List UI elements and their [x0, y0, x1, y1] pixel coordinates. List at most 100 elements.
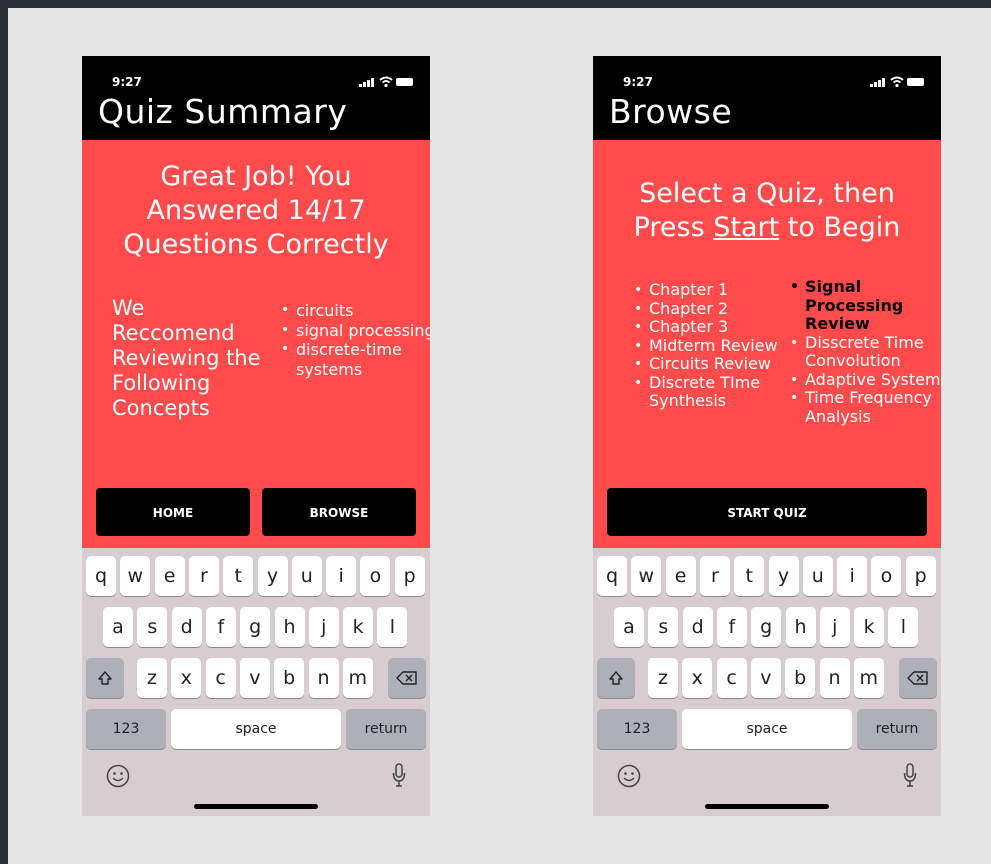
concept-list: circuits signal processing discrete-time… — [280, 301, 430, 379]
key-i[interactable]: i — [326, 556, 357, 596]
start-quiz-button[interactable]: START QUIZ — [607, 488, 927, 536]
key-j[interactable]: j — [308, 607, 339, 647]
browse-button[interactable]: BROWSE — [262, 488, 416, 536]
quiz-item[interactable]: Midterm Review — [634, 336, 779, 356]
key-h[interactable]: h — [274, 607, 305, 647]
key-c[interactable]: c — [205, 658, 236, 698]
signal-icon — [359, 77, 375, 87]
emoji-icon[interactable] — [617, 764, 641, 788]
key-a[interactable]: a — [614, 607, 644, 647]
key-u[interactable]: u — [802, 556, 833, 596]
key-p[interactable]: p — [905, 556, 936, 596]
wifi-icon — [890, 76, 904, 88]
return-key[interactable]: return — [857, 709, 937, 749]
key-o[interactable]: o — [360, 556, 391, 596]
quiz-item[interactable]: Chapter 1 — [634, 280, 779, 300]
quiz-item[interactable]: Discrete TIme Synthesis — [634, 373, 779, 411]
key-l[interactable]: l — [377, 607, 408, 647]
home-indicator — [705, 804, 829, 809]
mic-icon[interactable] — [392, 762, 406, 790]
key-w[interactable]: w — [120, 556, 151, 596]
key-y[interactable]: y — [257, 556, 288, 596]
key-k[interactable]: k — [854, 607, 885, 647]
start-link: Start — [713, 212, 780, 243]
key-k[interactable]: k — [343, 607, 374, 647]
delete-key[interactable] — [899, 658, 937, 698]
key-s[interactable]: s — [648, 607, 679, 647]
key-w[interactable]: w — [631, 556, 662, 596]
key-r[interactable]: r — [699, 556, 730, 596]
headline-text: Press — [633, 212, 714, 243]
quiz-item[interactable]: Adaptive Systems — [790, 370, 941, 390]
key-m[interactable]: m — [342, 658, 373, 698]
key-l[interactable]: l — [888, 607, 919, 647]
quiz-item-selected[interactable]: Signal Processing Review — [790, 277, 941, 334]
return-key[interactable]: return — [346, 709, 426, 749]
key-h[interactable]: h — [785, 607, 816, 647]
key-m[interactable]: m — [853, 658, 884, 698]
key-d[interactable]: d — [171, 607, 202, 647]
shift-key[interactable] — [86, 658, 124, 698]
wifi-icon — [379, 76, 393, 88]
keyboard: q w e r t y u i o p a s d f g h j k l z x c v b n m 123 space return — [593, 548, 941, 816]
quiz-item[interactable]: Chapter 3 — [634, 317, 779, 337]
key-g[interactable]: g — [751, 607, 782, 647]
key-i[interactable]: i — [837, 556, 868, 596]
key-o[interactable]: o — [871, 556, 902, 596]
page-title: Browse — [609, 92, 733, 131]
recommend-text: We Reccomend Reviewing the Following Con… — [112, 296, 261, 420]
topic-list: Signal Processing Review Disscrete Time … — [789, 277, 941, 426]
key-f[interactable]: f — [205, 607, 236, 647]
key-f[interactable]: f — [716, 607, 747, 647]
shift-key[interactable] — [597, 658, 635, 698]
key-q[interactable]: q — [86, 556, 116, 596]
emoji-icon[interactable] — [106, 764, 130, 788]
design-canvas: 9:27 Quiz Summary Great Job! You Answere… — [8, 8, 991, 864]
list-item: discrete-time systems — [281, 340, 430, 379]
key-b[interactable]: b — [785, 658, 816, 698]
key-s[interactable]: s — [137, 607, 168, 647]
key-q[interactable]: q — [597, 556, 627, 596]
quiz-item[interactable]: Disscrete Time Convolution — [790, 333, 941, 371]
space-key[interactable]: space — [682, 709, 852, 749]
space-key[interactable]: space — [171, 709, 341, 749]
key-n[interactable]: n — [308, 658, 339, 698]
key-x[interactable]: x — [171, 658, 202, 698]
key-t[interactable]: t — [734, 556, 765, 596]
shift-icon — [98, 671, 112, 685]
key-z[interactable]: z — [137, 658, 167, 698]
key-u[interactable]: u — [291, 556, 322, 596]
key-r[interactable]: r — [188, 556, 219, 596]
list-item: circuits — [281, 301, 430, 321]
key-e[interactable]: e — [154, 556, 185, 596]
numbers-key[interactable]: 123 — [597, 709, 677, 749]
home-button[interactable]: HOME — [96, 488, 250, 536]
quiz-item[interactable]: Circuits Review — [634, 354, 779, 374]
key-v[interactable]: v — [239, 658, 270, 698]
key-c[interactable]: c — [716, 658, 747, 698]
mic-icon[interactable] — [903, 762, 917, 790]
key-n[interactable]: n — [819, 658, 850, 698]
status-time: 9:27 — [112, 75, 142, 89]
key-g[interactable]: g — [240, 607, 271, 647]
delete-key[interactable] — [388, 658, 426, 698]
key-a[interactable]: a — [103, 607, 133, 647]
key-z[interactable]: z — [648, 658, 678, 698]
key-t[interactable]: t — [223, 556, 254, 596]
key-x[interactable]: x — [682, 658, 713, 698]
headline-line: Select a Quiz, then — [639, 178, 895, 209]
key-p[interactable]: p — [394, 556, 425, 596]
key-v[interactable]: v — [750, 658, 781, 698]
quiz-summary-screen: 9:27 Quiz Summary Great Job! You Answere… — [82, 56, 430, 816]
quiz-item[interactable]: Chapter 2 — [634, 299, 779, 319]
key-e[interactable]: e — [665, 556, 696, 596]
key-b[interactable]: b — [274, 658, 305, 698]
key-d[interactable]: d — [682, 607, 713, 647]
headline-line: Great Job! You — [160, 161, 352, 192]
battery-icon — [396, 78, 413, 86]
key-y[interactable]: y — [768, 556, 799, 596]
key-j[interactable]: j — [819, 607, 850, 647]
quiz-item[interactable]: Time Frequency Analysis — [790, 388, 941, 426]
numbers-key[interactable]: 123 — [86, 709, 166, 749]
list-item: signal processing — [281, 321, 430, 341]
